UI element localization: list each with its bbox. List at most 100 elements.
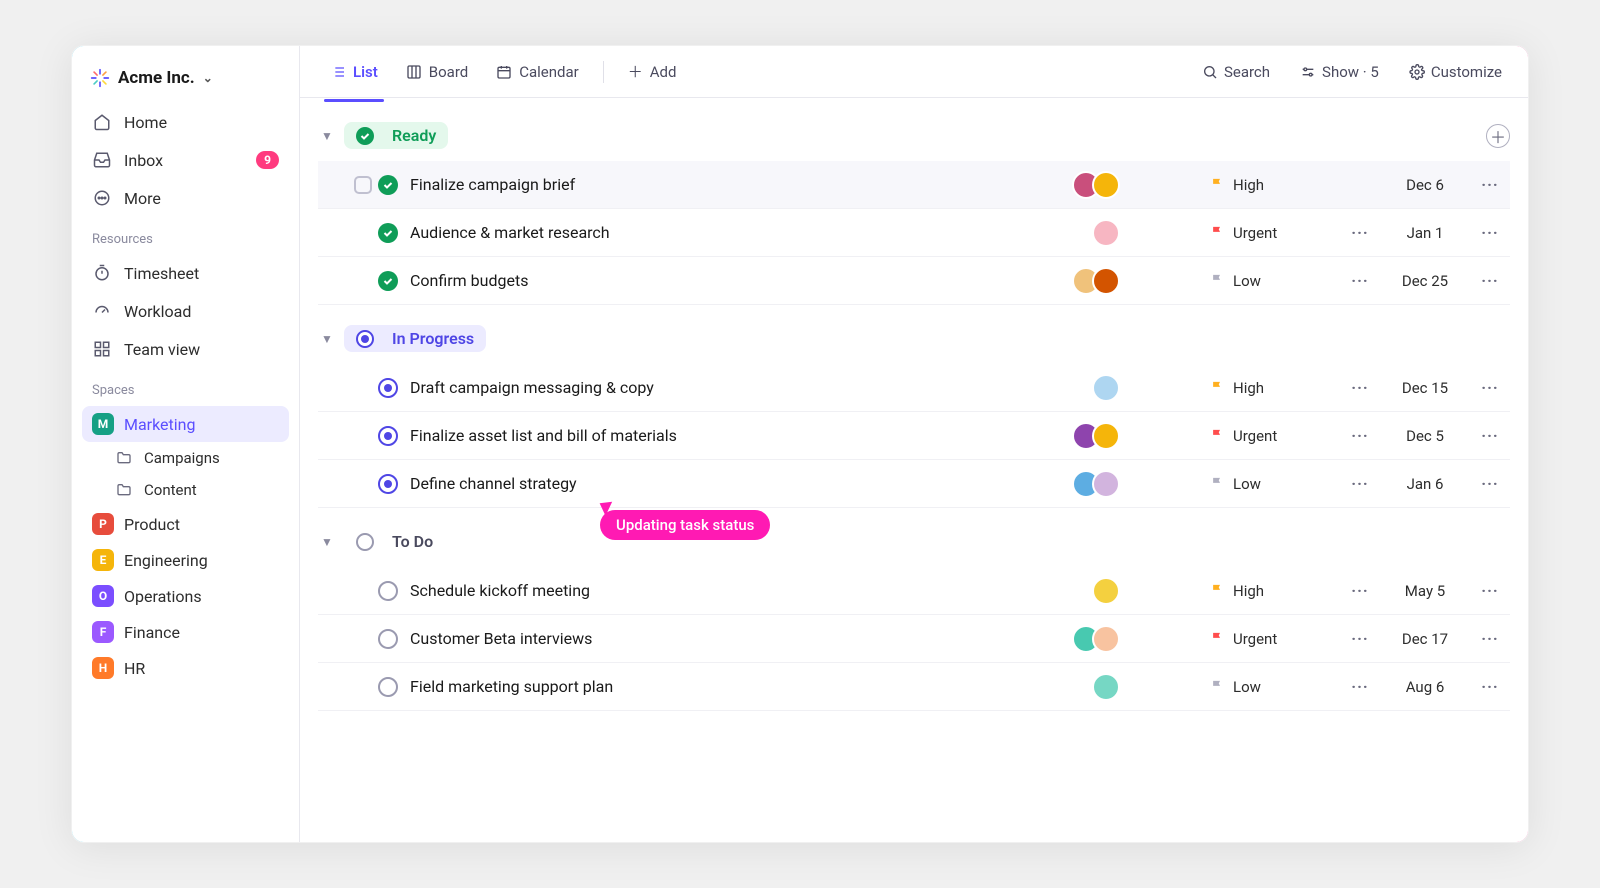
space-item-hr[interactable]: HHR (82, 650, 289, 686)
status-todo-icon[interactable] (378, 629, 398, 649)
avatar[interactable] (1092, 422, 1120, 450)
priority-cell[interactable]: Low (1210, 272, 1340, 290)
status-pill[interactable]: Ready (344, 122, 448, 149)
status-todo-icon[interactable] (378, 677, 398, 697)
add-task-button[interactable]: ＋ (1486, 124, 1510, 148)
status-ready-icon[interactable] (378, 223, 398, 243)
priority-cell[interactable]: Urgent (1210, 427, 1340, 445)
view-tab-calendar[interactable]: Calendar (484, 55, 591, 89)
assignees (1092, 577, 1120, 605)
show-columns-button[interactable]: Show · 5 (1292, 57, 1387, 87)
status-ready-icon[interactable] (378, 175, 398, 195)
priority-cell[interactable]: Low (1210, 678, 1340, 696)
row-menu[interactable]: ··· (1470, 426, 1510, 445)
priority-cell[interactable]: Urgent (1210, 224, 1340, 242)
collapse-caret-icon[interactable]: ▼ (318, 535, 336, 549)
assignees (1072, 267, 1120, 295)
flag-icon (1210, 679, 1225, 694)
avatar[interactable] (1092, 625, 1120, 653)
space-label: HR (124, 659, 145, 678)
more-icon (92, 188, 112, 208)
due-date[interactable]: Aug 6 (1380, 678, 1470, 696)
row-menu[interactable]: ··· (1470, 629, 1510, 648)
workspace-switcher[interactable]: Acme Inc. ⌄ (82, 60, 289, 102)
nav-teamview[interactable]: Team view (82, 331, 289, 367)
task-row[interactable]: Field marketing support plan Low ··· Aug… (318, 663, 1510, 711)
avatar[interactable] (1092, 577, 1120, 605)
folder-item[interactable]: Content (82, 474, 289, 506)
nav-workload[interactable]: Workload (82, 293, 289, 329)
due-date[interactable]: Dec 17 (1380, 630, 1470, 648)
task-row[interactable]: Draft campaign messaging & copy High ···… (318, 364, 1510, 412)
space-item-finance[interactable]: FFinance (82, 614, 289, 650)
avatar[interactable] (1092, 267, 1120, 295)
priority-cell[interactable]: High (1210, 176, 1340, 194)
avatar[interactable] (1092, 374, 1120, 402)
row-menu[interactable]: ··· (1470, 581, 1510, 600)
task-row[interactable]: Schedule kickoff meeting High ··· May 5 … (318, 567, 1510, 615)
priority-cell[interactable]: High (1210, 582, 1340, 600)
avatar[interactable] (1092, 470, 1120, 498)
nav-inbox[interactable]: Inbox 9 (82, 142, 289, 178)
space-item-marketing[interactable]: MMarketing (82, 406, 289, 442)
task-options[interactable]: ··· (1340, 581, 1380, 600)
row-menu[interactable]: ··· (1470, 223, 1510, 242)
view-tab-list[interactable]: List (318, 55, 390, 89)
space-item-operations[interactable]: OOperations (82, 578, 289, 614)
priority-cell[interactable]: Urgent (1210, 630, 1340, 648)
status-progress-icon[interactable] (378, 426, 398, 446)
nav-more[interactable]: More (82, 180, 289, 216)
folder-item[interactable]: Campaigns (82, 442, 289, 474)
due-date[interactable]: Dec 6 (1380, 176, 1470, 194)
avatar[interactable] (1092, 171, 1120, 199)
priority-cell[interactable]: Low (1210, 475, 1340, 493)
view-tab-board[interactable]: Board (394, 55, 480, 89)
row-menu[interactable]: ··· (1470, 474, 1510, 493)
row-menu[interactable]: ··· (1470, 175, 1510, 194)
status-pill[interactable]: In Progress (344, 325, 486, 352)
due-date[interactable]: Dec 5 (1380, 427, 1470, 445)
task-checkbox[interactable] (354, 176, 372, 194)
collapse-caret-icon[interactable]: ▼ (318, 129, 336, 143)
task-row[interactable]: Audience & market research Urgent ··· Ja… (318, 209, 1510, 257)
status-progress-icon[interactable] (378, 378, 398, 398)
due-date[interactable]: Dec 15 (1380, 379, 1470, 397)
add-view-button[interactable]: ＋ Add (616, 53, 689, 90)
task-row[interactable]: Confirm budgets Low ··· Dec 25 ··· (318, 257, 1510, 305)
task-row[interactable]: Finalize asset list and bill of material… (318, 412, 1510, 460)
flag-icon (1210, 583, 1225, 598)
search-button[interactable]: Search (1194, 57, 1278, 87)
row-menu[interactable]: ··· (1470, 271, 1510, 290)
priority-cell[interactable]: High (1210, 379, 1340, 397)
status-progress-icon[interactable] (378, 474, 398, 494)
task-row[interactable]: Customer Beta interviews Urgent ··· Dec … (318, 615, 1510, 663)
task-options[interactable]: ··· (1340, 271, 1380, 290)
status-pill[interactable]: To Do (344, 528, 445, 555)
collapse-caret-icon[interactable]: ▼ (318, 332, 336, 346)
status-progress-icon (356, 330, 374, 348)
status-ready-icon[interactable] (378, 271, 398, 291)
due-date[interactable]: May 5 (1380, 582, 1470, 600)
row-menu[interactable]: ··· (1470, 378, 1510, 397)
due-date[interactable]: Jan 6 (1380, 475, 1470, 493)
due-date[interactable]: Jan 1 (1380, 224, 1470, 242)
avatar[interactable] (1092, 673, 1120, 701)
nav-timesheet[interactable]: Timesheet (82, 255, 289, 291)
task-options[interactable]: ··· (1340, 426, 1380, 445)
due-date[interactable]: Dec 25 (1380, 272, 1470, 290)
task-row[interactable]: Define channel strategy Low ··· Jan 6 ··… (318, 460, 1510, 508)
task-row[interactable]: Finalize campaign brief High Dec 6 ··· (318, 161, 1510, 209)
space-item-engineering[interactable]: EEngineering (82, 542, 289, 578)
row-menu[interactable]: ··· (1470, 677, 1510, 696)
home-icon (92, 112, 112, 132)
task-options[interactable]: ··· (1340, 474, 1380, 493)
task-options[interactable]: ··· (1340, 629, 1380, 648)
task-options[interactable]: ··· (1340, 677, 1380, 696)
space-item-product[interactable]: PProduct (82, 506, 289, 542)
task-options[interactable]: ··· (1340, 223, 1380, 242)
status-todo-icon[interactable] (378, 581, 398, 601)
avatar[interactable] (1092, 219, 1120, 247)
task-options[interactable]: ··· (1340, 378, 1380, 397)
nav-home[interactable]: Home (82, 104, 289, 140)
customize-button[interactable]: Customize (1401, 57, 1510, 87)
